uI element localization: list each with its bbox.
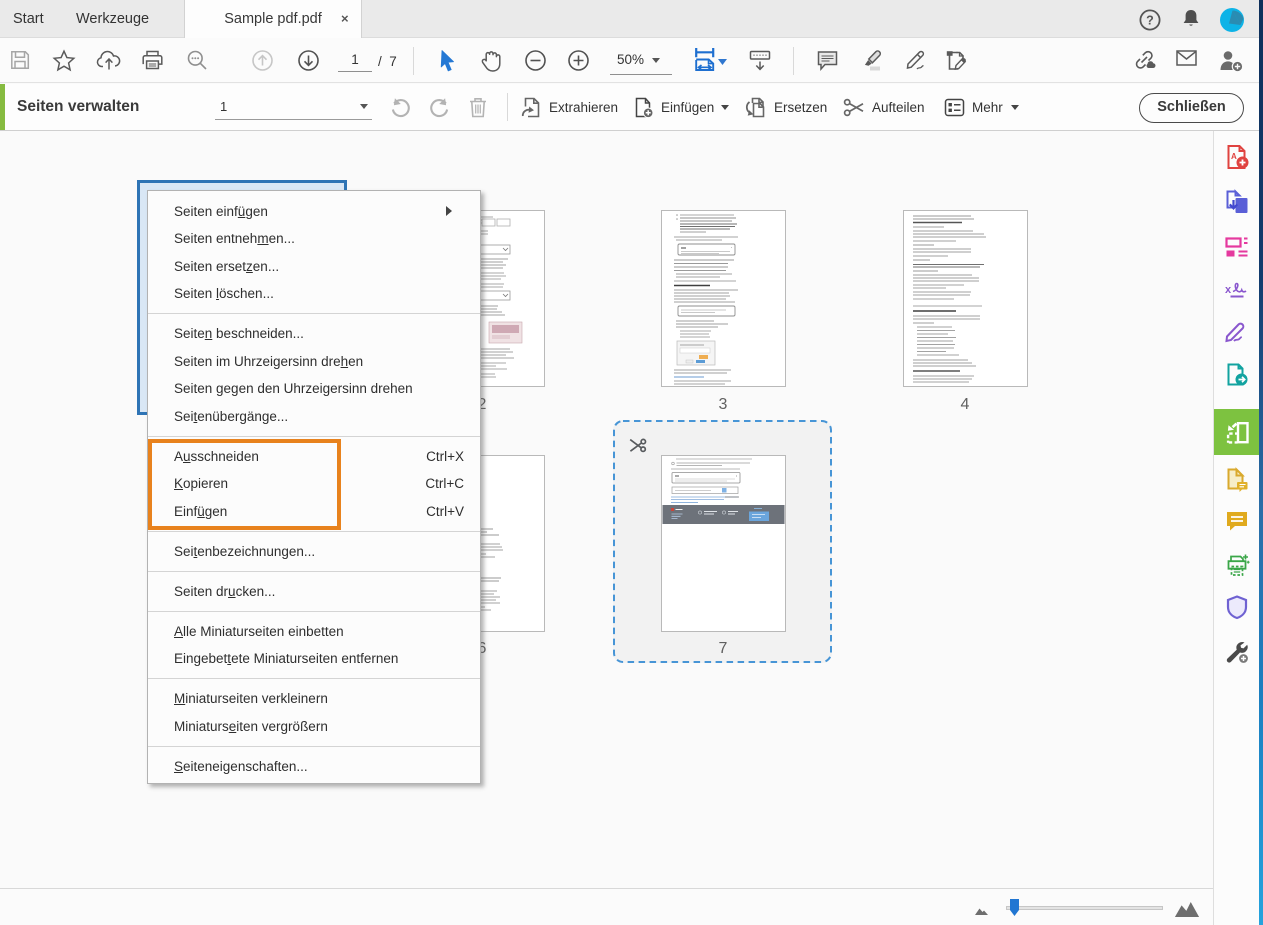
svg-text:A: A [1231, 152, 1237, 161]
svg-text:x: x [1225, 284, 1232, 296]
svg-text:?: ? [1146, 14, 1154, 28]
